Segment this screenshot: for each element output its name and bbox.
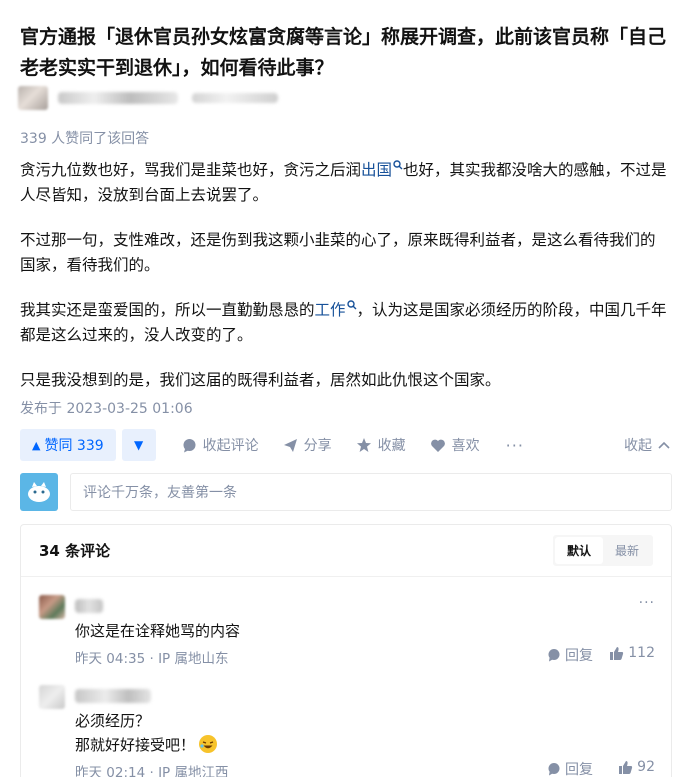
answer-text: 我其实还是蛮爱国的，所以一直勤勤恳恳的: [20, 301, 315, 319]
mascot-icon: [28, 482, 50, 502]
downvote-arrow-icon: ▼: [134, 438, 144, 452]
favorite-button[interactable]: 收藏: [356, 435, 406, 455]
author-info[interactable]: [18, 86, 278, 110]
reply-bubble-icon: [548, 763, 560, 776]
upvote-label: 赞同 339: [44, 438, 104, 454]
chevron-up-icon: [658, 441, 670, 449]
sort-default-tab[interactable]: 默认: [554, 537, 603, 564]
comment-input[interactable]: 评论千万条，友善第一条: [70, 473, 672, 511]
author-name-redacted[interactable]: [58, 92, 178, 104]
comment-like-button[interactable]: 92: [618, 759, 655, 775]
comment-time-location: 昨天 02:14 · IP 属地江西: [75, 765, 229, 777]
answer-text: 只是我没想到的是，我们这届的既得利益者，居然如此仇恨这个国家。: [20, 371, 501, 389]
like-label: 喜欢: [451, 438, 480, 454]
comment-text: 你这是在诠释她骂的内容: [75, 622, 241, 640]
answer-body: 贪污九位数也好，骂我们是韭菜也好，贪污之后润出国 也好，其实我都没啥大的感触，不过…: [20, 158, 670, 413]
search-icon: [393, 160, 403, 170]
comment-composer: 评论千万条，友善第一条: [20, 472, 672, 512]
comment-reply-button[interactable]: 回复: [547, 759, 593, 777]
comment-reply-button[interactable]: 回复: [547, 645, 593, 665]
author-headline-redacted: [192, 93, 278, 103]
share-icon: [283, 438, 297, 452]
like-count: 92: [637, 759, 655, 775]
commenter-name-redacted[interactable]: [75, 599, 103, 613]
comments-panel: 34 条评论 默认 最新 ··· 你这是在诠释她骂的内容 昨天 04:35 · …: [20, 524, 672, 777]
sort-latest-tab[interactable]: 最新: [603, 537, 651, 564]
answer-paragraph: 我其实还是蛮爱国的，所以一直勤勤恳恳的工作 ，认为这是国家必须经历的阶段，中国几千…: [20, 298, 670, 348]
comment-count: 34 条评论: [39, 542, 111, 560]
heart-icon: [430, 439, 445, 452]
comment-bubble-icon: [183, 438, 196, 452]
collapse-comments-label: 收起评论: [202, 438, 259, 454]
reply-label: 回复: [565, 762, 593, 777]
like-button[interactable]: 喜欢: [430, 435, 480, 455]
collapse-label: 收起: [624, 438, 652, 454]
reply-label: 回复: [565, 648, 593, 664]
commenter-avatar[interactable]: [39, 595, 65, 619]
comment-more-button[interactable]: ···: [639, 595, 655, 611]
action-bar: ▲ 赞同 339 ▼ 收起评论 分享 收藏 喜欢 ··· 收起: [20, 428, 670, 462]
commenter-name-redacted[interactable]: [75, 689, 151, 703]
laughing-emoji-icon: [199, 735, 218, 753]
sort-toggle: 默认 最新: [552, 535, 653, 566]
share-label: 分享: [303, 438, 332, 454]
share-button[interactable]: 分享: [283, 435, 332, 455]
comment-text: 那就好好接受吧！: [75, 733, 218, 757]
upvote-summary: 339 人赞同了该回答: [20, 131, 150, 147]
like-count: 112: [628, 645, 655, 661]
favorite-label: 收藏: [377, 438, 406, 454]
answer-text: 贪污九位数也好，骂我们是韭菜也好，贪污之后润: [20, 161, 362, 179]
more-options-button[interactable]: ···: [506, 436, 524, 455]
answer-paragraph: 只是我没想到的是，我们这届的既得利益者，居然如此仇恨这个国家。: [20, 368, 670, 393]
current-user-avatar[interactable]: [20, 473, 58, 511]
comments-header: 34 条评论 默认 最新: [21, 525, 671, 577]
answer-page: 官方通报「退休官员孙女炫富贪腐等言论」称展开调查，此前该官员称「自己老老实实干到…: [0, 0, 690, 777]
comment-item: ··· 你这是在诠释她骂的内容 昨天 04:35 · IP 属地山东 回复 11…: [39, 595, 655, 667]
comment-time-location: 昨天 04:35 · IP 属地山东: [75, 651, 229, 667]
comment-input-placeholder: 评论千万条，友善第一条: [83, 485, 237, 501]
collapse-answer-button[interactable]: 收起: [624, 435, 670, 455]
star-icon: [356, 438, 371, 452]
thumbs-up-icon: [610, 646, 624, 660]
comment-text: 必须经历？: [75, 712, 151, 730]
question-title[interactable]: 官方通报「退休官员孙女炫富贪腐等言论」称展开调查，此前该官员称「自己老老实实干到…: [20, 22, 670, 84]
comment-text-line: 那就好好接受吧！: [75, 736, 196, 754]
reply-bubble-icon: [548, 649, 560, 662]
keyword-link[interactable]: 工作: [315, 300, 357, 319]
upvote-button[interactable]: ▲ 赞同 339: [20, 429, 116, 461]
downvote-button[interactable]: ▼: [121, 429, 156, 461]
answer-text: 不过那一句，支性难改，还是伤到我这颗小韭菜的心了，原来既得利益者，是这么看待我们…: [20, 231, 656, 274]
author-avatar[interactable]: [18, 86, 48, 110]
answer-paragraph: 不过那一句，支性难改，还是伤到我这颗小韭菜的心了，原来既得利益者，是这么看待我们…: [20, 228, 670, 278]
publish-date[interactable]: 发布于 2023-03-25 01:06: [20, 398, 193, 418]
collapse-comments-button[interactable]: 收起评论: [182, 435, 259, 455]
comment-like-button[interactable]: 112: [609, 645, 655, 661]
answer-paragraph: 贪污九位数也好，骂我们是韭菜也好，贪污之后润出国 也好，其实我都没啥大的感触，不过…: [20, 158, 670, 208]
upvote-arrow-icon: ▲: [32, 438, 41, 452]
keyword-link[interactable]: 出国: [361, 160, 403, 179]
thumbs-up-icon: [619, 760, 633, 774]
search-icon: [346, 300, 357, 310]
comment-item: 必须经历？ 那就好好接受吧！ 昨天 02:14 · IP 属地江西 回复 92: [39, 685, 655, 777]
commenter-avatar[interactable]: [39, 685, 65, 709]
